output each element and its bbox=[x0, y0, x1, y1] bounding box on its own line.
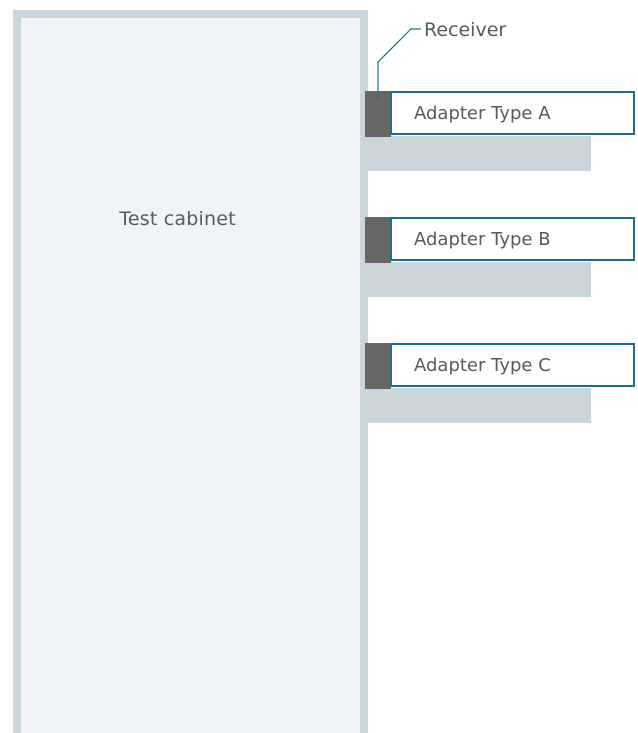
receiver-callout-line bbox=[377, 28, 421, 100]
adapter-type-a-label: Adapter Type A bbox=[414, 103, 551, 124]
adapter-type-c-label: Adapter Type C bbox=[414, 355, 551, 376]
receiver-a bbox=[365, 91, 391, 137]
rail-b bbox=[365, 262, 591, 297]
rail-a bbox=[365, 136, 591, 171]
diagram: Test cabinet Adapter Type A Adapter Type… bbox=[0, 0, 638, 733]
adapter-type-b: Adapter Type B bbox=[390, 217, 635, 261]
adapter-type-a: Adapter Type A bbox=[390, 91, 635, 135]
test-cabinet-label: Test cabinet bbox=[119, 208, 236, 230]
receiver-label: Receiver bbox=[424, 19, 507, 41]
receiver-c bbox=[365, 343, 391, 389]
adapter-type-c: Adapter Type C bbox=[390, 343, 635, 387]
adapter-type-b-label: Adapter Type B bbox=[414, 229, 551, 250]
rail-c bbox=[365, 388, 591, 423]
test-cabinet bbox=[13, 10, 368, 733]
receiver-b bbox=[365, 217, 391, 263]
